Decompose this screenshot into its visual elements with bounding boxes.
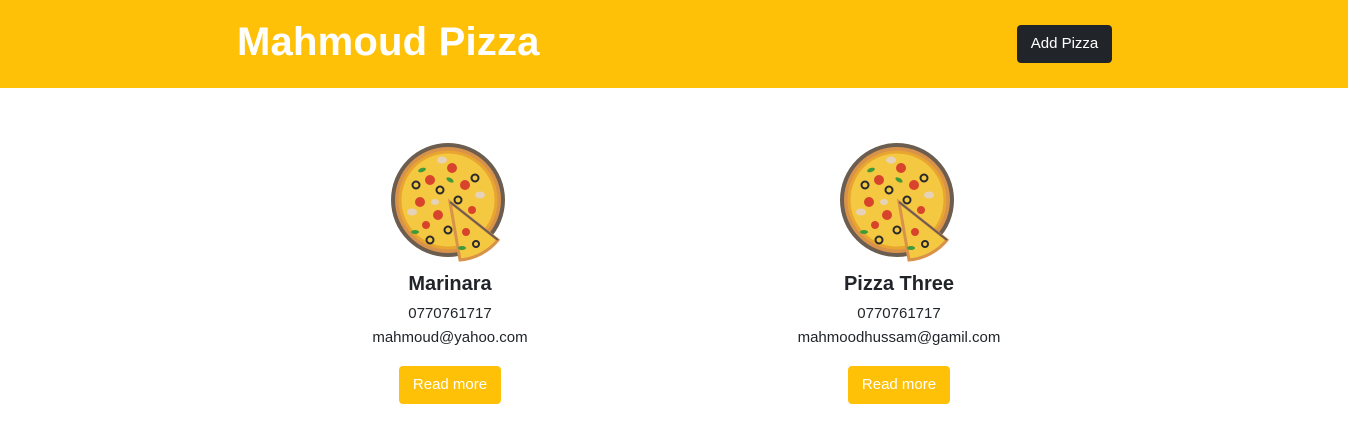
pizza-phone: 0770761717 <box>408 305 492 322</box>
pizza-name: Pizza Three <box>843 273 955 295</box>
pizza-phone: 0770761717 <box>857 305 941 322</box>
pizza-card: Marinara 0770761717 mahmoud@yahoo.com Re… <box>300 140 600 404</box>
read-more-button[interactable]: Read more <box>848 366 950 404</box>
pizza-email: mahmoud@yahoo.com <box>372 329 528 346</box>
navbar: Mahmoud Pizza Add Pizza <box>0 0 1348 88</box>
add-pizza-button[interactable]: Add Pizza <box>1017 25 1112 63</box>
pizza-icon <box>390 140 510 264</box>
brand-title[interactable]: Mahmoud Pizza <box>237 17 540 67</box>
pizza-card: Pizza Three 0770761717 mahmoodhussam@gam… <box>749 140 1049 404</box>
pizza-icon <box>839 140 959 264</box>
pizza-name: Marinara <box>408 273 492 295</box>
read-more-button[interactable]: Read more <box>399 366 501 404</box>
pizza-email: mahmoodhussam@gamil.com <box>797 329 1001 346</box>
